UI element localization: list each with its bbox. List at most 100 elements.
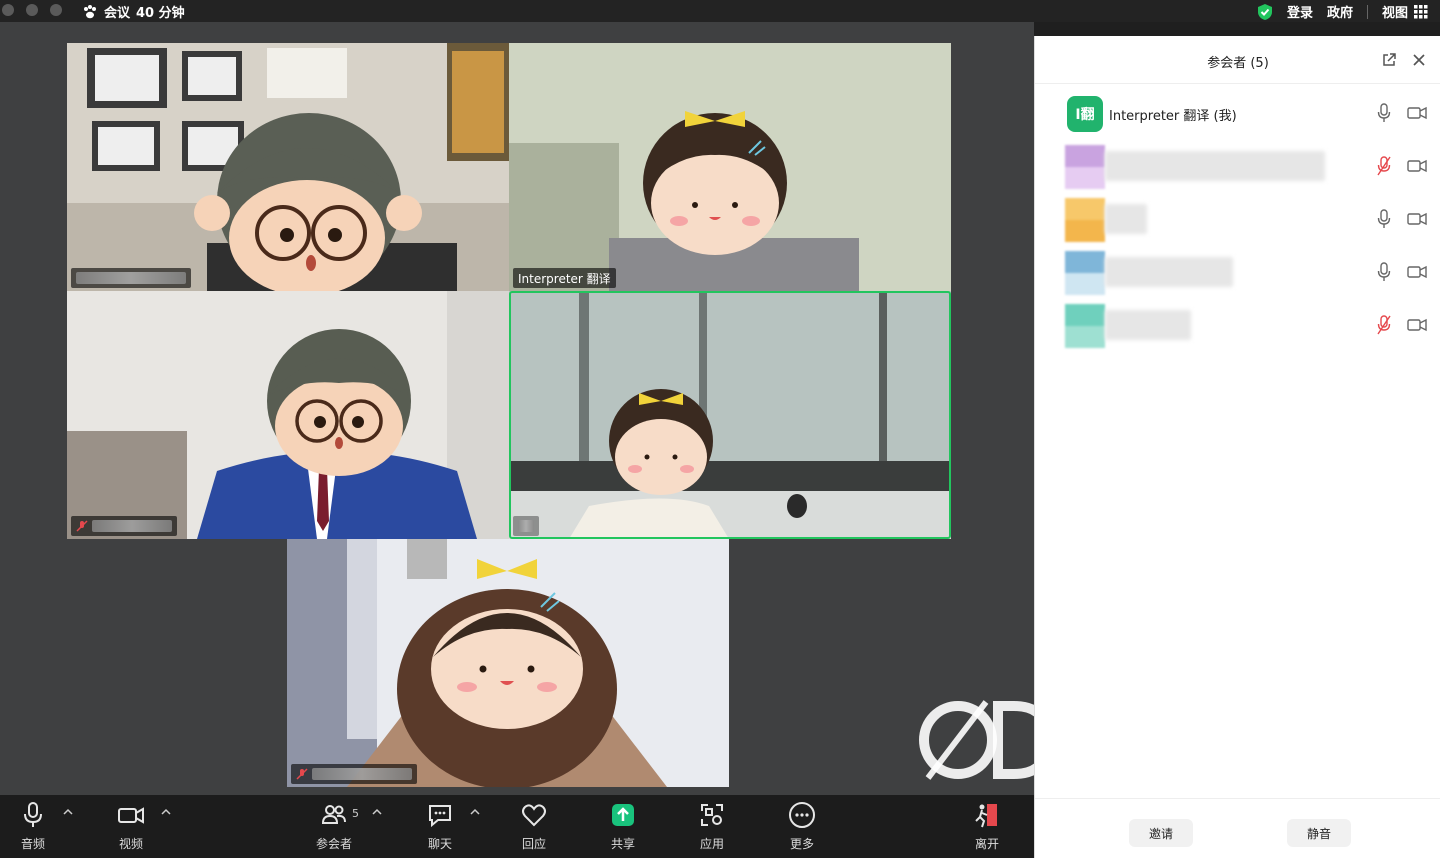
microphone-icon [24,802,42,827]
meeting-label: 会议 [104,6,131,21]
chat-button[interactable]: 聊天 [410,801,470,852]
avatar: I翻 [1067,96,1103,132]
video-camera-icon[interactable] [1407,318,1427,332]
more-label: 更多 [789,837,814,851]
participant-row[interactable] [1035,194,1440,244]
divider [1366,4,1368,19]
office-background [67,291,509,539]
close-icon[interactable] [1411,52,1427,68]
invite-button[interactable]: 邀请 [1129,819,1193,847]
more-button[interactable]: 更多 [772,801,832,852]
blurred-name [1105,204,1147,234]
participant-row[interactable] [1035,247,1440,297]
blurred-avatar [1065,198,1105,242]
conference-room-background [509,291,951,539]
nameplate: Interpreter 翻译 [513,268,616,288]
mic-muted-icon[interactable] [1377,315,1391,335]
video-label: 视频 [118,837,143,851]
audio-button[interactable]: 音频 [3,801,63,852]
title-bar: 会议 40 分钟 登录 政府 视图 [0,0,1440,22]
video-tile-3[interactable] [67,291,509,539]
microphone-icon[interactable] [1377,209,1391,229]
mic-muted-icon[interactable] [1377,156,1391,176]
login-link[interactable]: 登录 [1287,2,1313,21]
video-camera-icon[interactable] [1407,106,1427,120]
meeting-title: 会议 40 分钟 [82,2,185,21]
participants-icon [321,805,346,824]
participant-row[interactable] [1035,141,1440,191]
nameplate [513,516,539,536]
panel-footer: 邀请 静音 [1035,798,1440,858]
nameplate [71,516,177,536]
video-camera-icon[interactable] [1407,265,1427,279]
leave-door-icon [975,804,997,828]
chevron-up-icon[interactable] [470,807,480,817]
video-stage: Interpreter 翻译 [0,22,1034,795]
meeting-duration: 40 分钟 [136,6,185,21]
blurred-avatar [1065,251,1105,295]
chevron-up-icon[interactable] [63,807,73,817]
blurred-name [518,520,534,532]
minimize-window-dot[interactable] [26,4,38,16]
share-screen-icon [612,804,634,826]
close-window-dot[interactable] [2,4,14,16]
microphone-icon[interactable] [1377,262,1391,282]
zoom-window: 会议 40 分钟 登录 政府 视图 Interpreter 翻译 音频 视频 参… [0,0,1440,858]
blurred-name [76,272,186,284]
mute-all-button[interactable]: 静音 [1287,819,1351,847]
chevron-up-icon[interactable] [161,807,171,817]
view-label: 视图 [1381,6,1408,21]
participant-row-self[interactable]: I翻 Interpreter 翻译 (我) [1035,88,1440,138]
leave-label: 离开 [974,837,999,851]
nameplate [71,268,191,288]
video-tile-1[interactable] [67,43,509,291]
chat-label: 聊天 [427,837,452,851]
leave-button[interactable]: 离开 [957,801,1017,852]
video-tile-4-active-speaker[interactable] [509,291,951,539]
grid-icon [1414,4,1428,18]
blurred-name [1105,257,1233,287]
participants-panel: 参会者 (5) I翻 Interpreter 翻译 (我) 邀请 静音 [1034,36,1440,858]
panel-header: 参会者 (5) [1035,36,1440,84]
participants-label: 参会者 [315,837,352,851]
video-button[interactable]: 视频 [101,801,161,852]
apps-icon [701,804,723,826]
meeting-toolbar: 音频 视频 参会者 5 聊天 回应 共享 应用 更多 离开 [0,795,1034,858]
shield-icon[interactable] [1257,3,1273,21]
blurred-name [1105,310,1191,340]
chat-icon [429,805,451,828]
share-button[interactable]: 共享 [593,801,653,852]
room-background [509,43,951,291]
video-tile-5[interactable] [287,539,729,787]
video-camera-icon[interactable] [1407,159,1427,173]
chevron-up-icon[interactable] [372,807,382,817]
react-button[interactable]: 回应 [504,801,564,852]
microphone-icon[interactable] [1377,103,1391,123]
blurred-name [312,768,412,780]
office-background [67,43,509,291]
paw-icon [84,4,96,18]
participant-row[interactable] [1035,300,1440,350]
video-tile-2[interactable]: Interpreter 翻译 [509,43,951,291]
participant-name: Interpreter 翻译 (我) [1109,109,1237,124]
blurred-name [1105,151,1325,181]
nameplate [291,764,417,784]
watermark-logo [919,700,1034,780]
view-menu[interactable]: 视图 [1382,2,1428,21]
mic-off-icon [296,768,308,780]
heart-icon [522,804,546,827]
blurred-avatar [1065,145,1105,189]
audio-label: 音频 [20,837,45,851]
popout-icon[interactable] [1381,52,1397,68]
more-icon [789,802,815,828]
participant-count: 5 [352,807,359,820]
maximize-window-dot[interactable] [50,4,62,16]
blurred-avatar [1065,304,1105,348]
apps-button[interactable]: 应用 [682,801,742,852]
video-camera-icon[interactable] [1407,212,1427,226]
share-label: 共享 [610,837,635,851]
video-camera-icon [118,807,144,824]
titlebar-right: 登录 政府 视图 [1257,2,1428,21]
gov-link[interactable]: 政府 [1327,2,1353,21]
blurred-name [92,520,172,532]
